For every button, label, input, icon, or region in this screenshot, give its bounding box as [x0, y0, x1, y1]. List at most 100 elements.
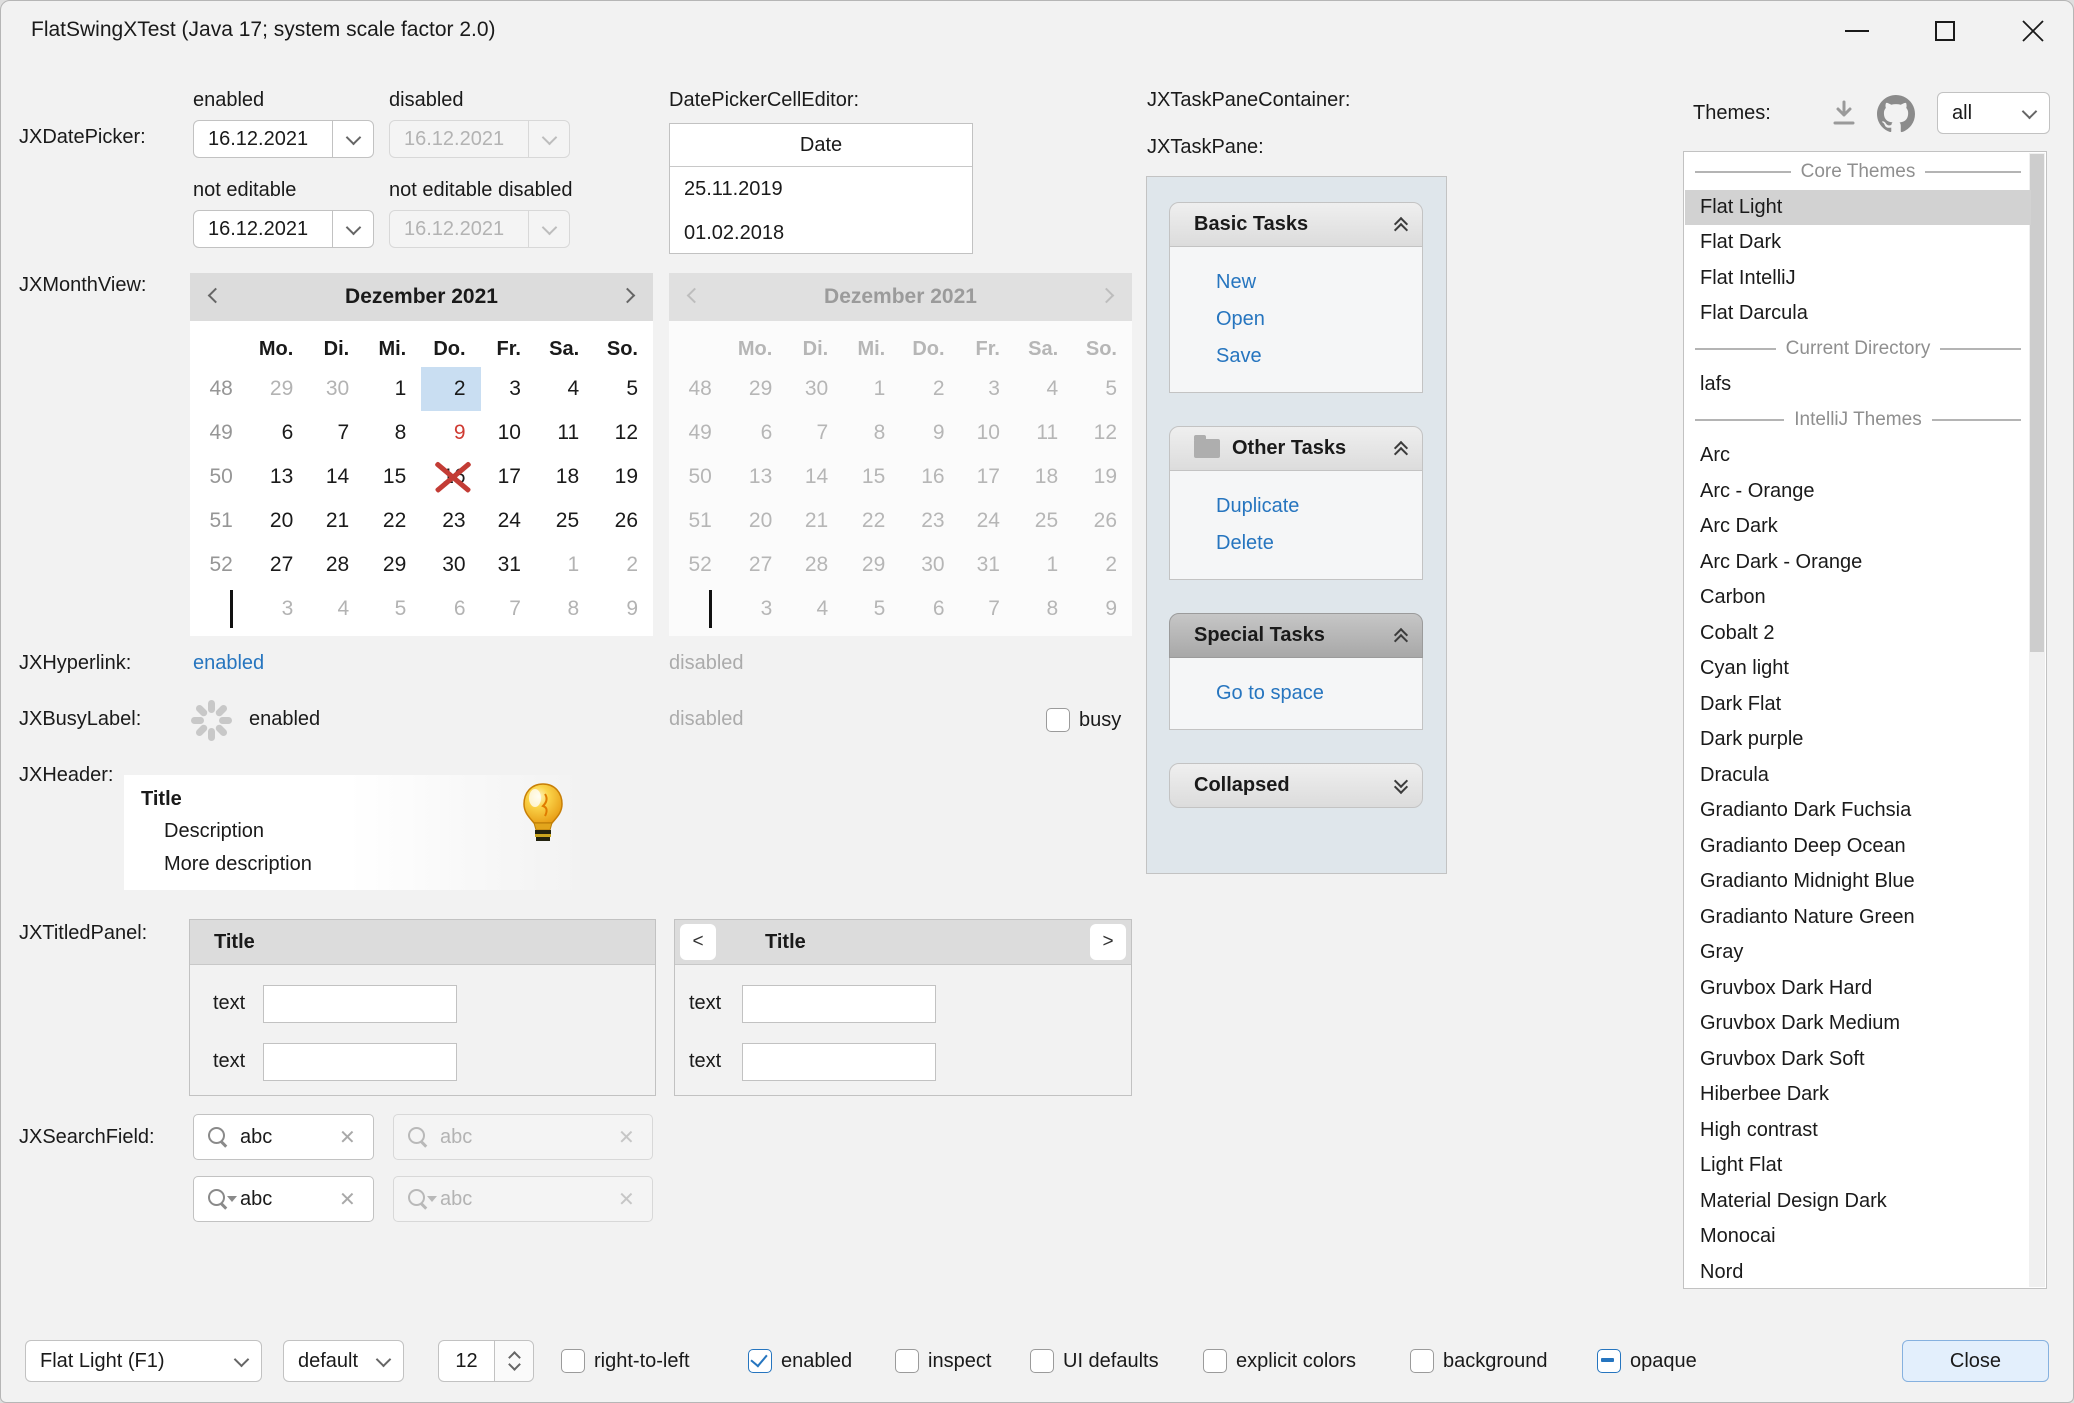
calendar-day-cell[interactable]: 3 [248, 587, 308, 631]
checkbox-label[interactable]: right-to-left [594, 1349, 690, 1373]
theme-list-item[interactable]: Cobalt 2 [1685, 616, 2031, 652]
calendar-day-cell[interactable]: 29 [364, 543, 421, 587]
calendar-day-cell[interactable]: 1 [536, 543, 594, 587]
calendar-day-cell[interactable]: 22 [364, 499, 421, 543]
theme-list-item[interactable]: Gruvbox Dark Hard [1685, 971, 2031, 1007]
theme-list-item[interactable]: High contrast [1685, 1113, 2031, 1149]
calendar-day-cell[interactable]: 30 [421, 543, 480, 587]
date-table-row[interactable]: 01.02.2018 [670, 211, 972, 255]
text-input[interactable] [263, 1043, 457, 1081]
busy-checkbox[interactable] [1046, 708, 1070, 732]
laf-combobox[interactable]: Flat Light (F1) [25, 1340, 262, 1382]
calendar-day-cell[interactable]: 15 [364, 455, 421, 499]
calendar-day-cell[interactable]: 28 [308, 543, 364, 587]
taskpane-link[interactable]: Save [1216, 338, 1422, 375]
clear-icon[interactable]: ✕ [339, 1187, 359, 1212]
calendar-day-cell[interactable]: 2 [421, 367, 480, 411]
calendar-day-cell[interactable]: 11 [536, 411, 594, 455]
checkbox-label[interactable]: opaque [1630, 1349, 1697, 1373]
calendar-day-cell[interactable]: 4 [536, 367, 594, 411]
calendar-day-cell[interactable]: 6 [248, 411, 308, 455]
minimize-button[interactable] [1827, 9, 1887, 53]
calendar-day-cell[interactable]: 16 [421, 455, 480, 499]
chevron-double-up-icon[interactable] [1396, 443, 1406, 455]
text-input[interactable] [263, 985, 457, 1023]
taskpane-link[interactable]: Duplicate [1216, 488, 1422, 525]
checkbox-inspect[interactable] [895, 1349, 919, 1373]
taskpane-header[interactable]: Other Tasks [1169, 426, 1423, 471]
taskpane-link[interactable]: Open [1216, 301, 1422, 338]
checkbox-right-to-left[interactable] [561, 1349, 585, 1373]
theme-list-item[interactable]: Light Flat [1685, 1148, 2031, 1184]
taskpane-link[interactable]: Delete [1216, 525, 1422, 562]
calendar-day-cell[interactable]: 31 [481, 543, 536, 587]
text-input[interactable] [742, 1043, 936, 1081]
datepicker-enabled[interactable]: 16.12.2021 [193, 120, 374, 158]
checkbox-label[interactable]: inspect [928, 1349, 991, 1373]
theme-list-item[interactable]: Flat Light [1685, 190, 2031, 226]
theme-list-item[interactable]: Gray [1685, 935, 2031, 971]
search-menu-icon[interactable] [206, 1187, 230, 1211]
datepicker-dropdown-button[interactable] [332, 211, 373, 247]
taskpane-link[interactable]: New [1216, 264, 1422, 301]
theme-list-item[interactable]: Flat Dark [1685, 225, 2031, 261]
calendar-day-cell[interactable]: 26 [594, 499, 653, 543]
checkbox-opaque[interactable] [1597, 1349, 1621, 1373]
calendar-day-cell[interactable]: 24 [481, 499, 536, 543]
theme-list-item[interactable]: Dark Flat [1685, 687, 2031, 723]
spinner-buttons[interactable] [494, 1341, 533, 1381]
calendar-day-cell[interactable]: 10 [481, 411, 536, 455]
calendar-day-cell[interactable]: 17 [481, 455, 536, 499]
scrollbar-track[interactable] [2029, 153, 2045, 1287]
theme-list-item[interactable]: Hiberbee Dark [1685, 1077, 2031, 1113]
theme-list-item[interactable]: Dark purple [1685, 722, 2031, 758]
theme-list-item[interactable]: Cyan light [1685, 651, 2031, 687]
calendar-day-cell[interactable]: 7 [481, 587, 536, 631]
calendar-day-cell[interactable]: 30 [308, 367, 364, 411]
theme-list-item[interactable]: Gradianto Midnight Blue [1685, 864, 2031, 900]
theme-list-item[interactable]: Arc - Orange [1685, 474, 2031, 510]
calendar-day-cell[interactable]: 27 [248, 543, 308, 587]
theme-list-item[interactable]: Material Design Dark [1685, 1184, 2031, 1220]
calendar-day-cell[interactable]: 3 [481, 367, 536, 411]
calendar-day-cell[interactable]: 4 [308, 587, 364, 631]
theme-list-item[interactable]: Gradianto Deep Ocean [1685, 829, 2031, 865]
datepicker-dropdown-button[interactable] [332, 121, 373, 157]
calendar-day-cell[interactable]: 23 [421, 499, 480, 543]
theme-list-item[interactable]: Flat Darcula [1685, 296, 2031, 332]
close-window-button[interactable] [2003, 9, 2063, 53]
theme-list-item[interactable]: Monocai [1685, 1219, 2031, 1255]
chevron-double-up-icon[interactable] [1396, 219, 1406, 231]
calendar-day-cell[interactable]: 2 [594, 543, 653, 587]
search-field-with-menu[interactable]: abc ✕ [193, 1176, 374, 1222]
clear-icon[interactable]: ✕ [339, 1125, 359, 1150]
calendar-day-cell[interactable]: 9 [421, 411, 480, 455]
theme-list-item[interactable]: Flat IntelliJ [1685, 261, 2031, 297]
datepicker-noteditable[interactable]: 16.12.2021 [193, 210, 374, 248]
calendar-day-cell[interactable]: 6 [421, 587, 480, 631]
maximize-button[interactable] [1915, 9, 1975, 53]
font-size-spinner[interactable]: 12 [438, 1340, 534, 1382]
chevron-double-down-icon[interactable] [1396, 780, 1406, 792]
calendar-day-cell[interactable]: 12 [594, 411, 653, 455]
theme-list-item[interactable]: Arc [1685, 438, 2031, 474]
theme-list-item[interactable]: Arc Dark - Orange [1685, 545, 2031, 581]
checkbox-ui-defaults[interactable] [1030, 1349, 1054, 1373]
taskpane-header[interactable]: Basic Tasks [1169, 202, 1423, 247]
chevron-double-up-icon[interactable] [1396, 630, 1406, 642]
theme-list-item[interactable]: Dracula [1685, 758, 2031, 794]
prev-month-button[interactable] [210, 288, 221, 306]
date-table-header[interactable]: Date [670, 124, 972, 167]
theme-list-item[interactable]: Arc Dark [1685, 509, 2031, 545]
search-input[interactable]: abc [240, 1126, 339, 1149]
calendar-day-cell[interactable]: 25 [536, 499, 594, 543]
theme-list-item[interactable]: Gradianto Nature Green [1685, 900, 2031, 936]
next-month-button[interactable] [622, 288, 633, 306]
download-icon[interactable] [1827, 97, 1861, 131]
close-button[interactable]: Close [1902, 1340, 2049, 1382]
checkbox-label[interactable]: explicit colors [1236, 1349, 1356, 1373]
checkbox-explicit-colors[interactable] [1203, 1349, 1227, 1373]
checkbox-label[interactable]: UI defaults [1063, 1349, 1159, 1373]
calendar-day-cell[interactable]: 9 [594, 587, 653, 631]
calendar-day-cell[interactable]: 14 [308, 455, 364, 499]
